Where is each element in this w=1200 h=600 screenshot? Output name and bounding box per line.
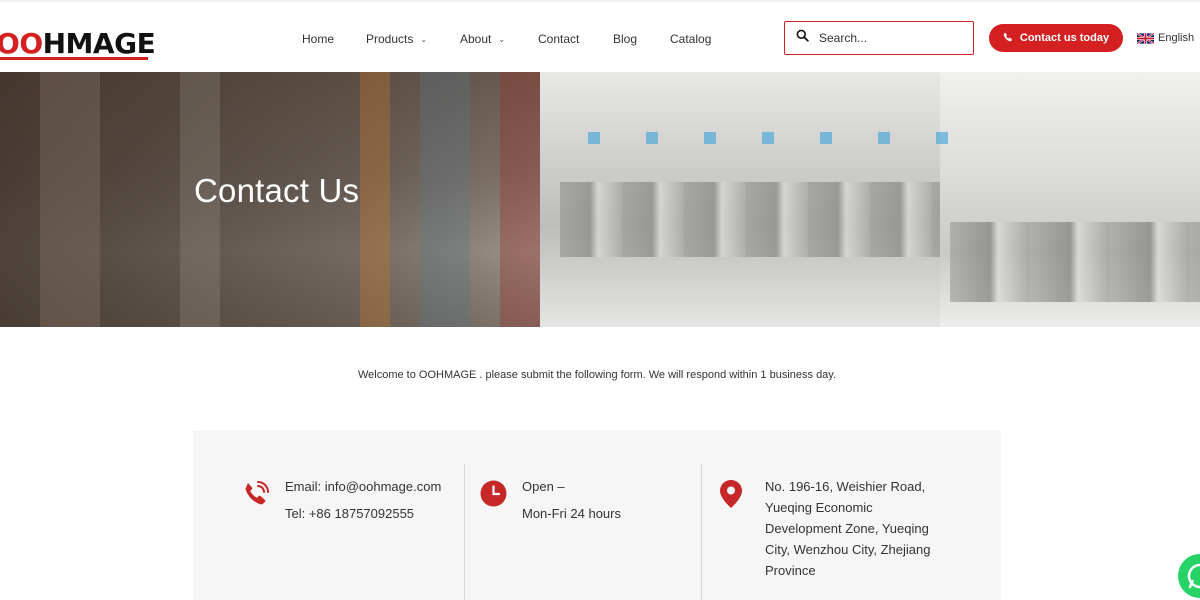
whatsapp-chat-button[interactable] [1178, 554, 1200, 598]
opening-hours: Open – Mon-Fri 24 hours [522, 473, 621, 527]
hours-line-2: Mon-Fri 24 hours [522, 506, 621, 521]
search-input[interactable] [819, 31, 959, 45]
uk-flag-icon [1137, 32, 1154, 44]
nav-products[interactable]: Products ⌄ [366, 32, 427, 46]
nav-blog[interactable]: Blog [613, 32, 637, 46]
contact-email-tel: Email: info@oohmage.com Tel: +86 1875709… [285, 473, 441, 527]
hero-bg-stripe [420, 72, 470, 327]
hero-banner: Contact Us [0, 72, 1200, 327]
language-label: English [1158, 32, 1195, 44]
clock-icon [480, 480, 507, 512]
breaker-indicators [570, 132, 950, 144]
welcome-message: Welcome to OOHMAGE . please submit the f… [357, 369, 837, 381]
address-line: Yueqing Economic [765, 500, 873, 515]
breaker-switches-right [950, 222, 1200, 302]
address-line: No. 196-16, Weishier Road, [765, 479, 926, 494]
hours-line-1: Open – [522, 479, 565, 494]
location-pin-icon [720, 480, 742, 513]
breaker-switches [560, 182, 940, 257]
site-logo[interactable]: OOHMAGE [0, 27, 156, 60]
nav-contact[interactable]: Contact [538, 32, 579, 46]
contact-tel[interactable]: Tel: +86 18757092555 [285, 500, 441, 527]
contact-email[interactable]: Email: info@oohmage.com [285, 473, 441, 500]
page-title: Contact Us [194, 172, 360, 209]
site-header: OOHMAGE Home Products ⌄ About ⌄ Contact Bl… [0, 0, 1200, 72]
nav-about[interactable]: About ⌄ [460, 32, 505, 46]
address-line: Development Zone, Yueqing [765, 521, 929, 536]
chevron-down-icon: ⌄ [498, 34, 506, 44]
nav-catalog[interactable]: Catalog [670, 32, 711, 46]
column-divider [464, 464, 465, 600]
search-box [784, 21, 974, 55]
hero-bg-stripe [500, 72, 545, 327]
contact-info-panel: Email: info@oohmage.com Tel: +86 1875709… [193, 430, 1001, 600]
address: No. 196-16, Weishier Road, Yueqing Econo… [765, 476, 930, 581]
contact-us-label: Contact us today [1019, 32, 1110, 44]
hero-bg-stripe [40, 72, 100, 327]
column-divider [701, 464, 702, 600]
address-line: City, Wenzhou City, Zhejiang [765, 542, 931, 557]
hero-bg-stripe [360, 72, 390, 327]
phone-icon [1003, 32, 1013, 45]
phone-ringing-icon [243, 479, 271, 512]
nav-home[interactable]: Home [302, 32, 334, 46]
address-line: Province [765, 563, 816, 578]
logo-wordmark: OOHMAGE [0, 27, 156, 60]
language-selector[interactable]: English [1137, 32, 1194, 44]
search-icon[interactable] [796, 29, 809, 47]
whatsapp-icon [1178, 563, 1200, 600]
contact-us-button[interactable]: Contact us today [989, 24, 1123, 52]
chevron-down-icon: ⌄ [420, 34, 428, 44]
logo-underline [0, 57, 148, 60]
